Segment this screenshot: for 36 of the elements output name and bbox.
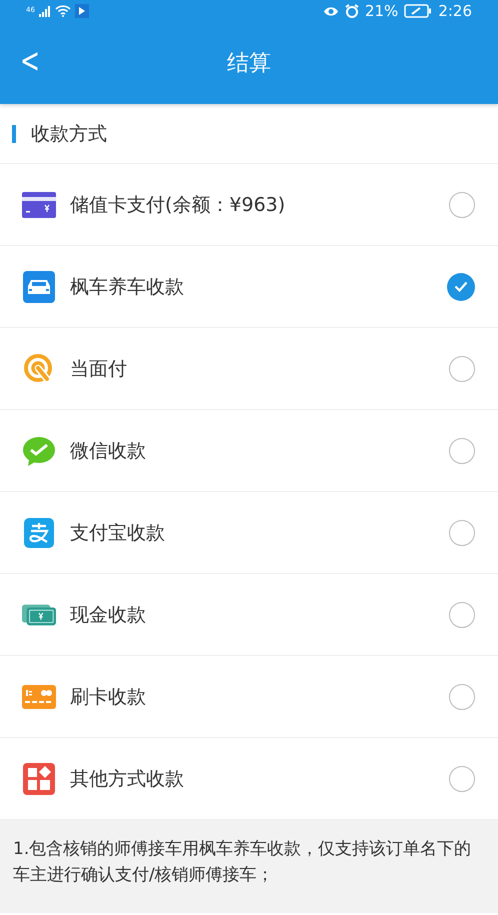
- radio-button[interactable]: [447, 272, 475, 300]
- payment-option[interactable]: 当面付: [70, 356, 449, 382]
- radio-button[interactable]: [449, 684, 475, 710]
- payment-option[interactable]: 支付宝收款: [70, 520, 449, 546]
- payment-option[interactable]: 储值卡支付(余额：¥963): [70, 192, 449, 218]
- alipay-icon: [24, 518, 54, 548]
- bank-card-icon: [22, 684, 56, 708]
- payment-option[interactable]: 微信收款: [70, 438, 449, 464]
- signal-icon: [38, 6, 51, 16]
- battery-icon: [404, 4, 432, 18]
- target-icon: [23, 352, 55, 384]
- clock-time: 2:26: [438, 2, 472, 20]
- note-text: 1.包含核销的师傅接车用枫车养车收款，仅支持该订单名下的车主进行确认支付/核销师傅接车；: [13, 838, 472, 887]
- radio-button[interactable]: [449, 356, 475, 382]
- payment-option[interactable]: 刷卡收款: [70, 684, 449, 710]
- eye-icon: [322, 6, 339, 16]
- radio-button[interactable]: [449, 438, 475, 464]
- car-icon: [23, 270, 55, 302]
- page-title: 结算: [227, 51, 271, 76]
- check-icon: [454, 281, 468, 292]
- battery-percent: 21%: [364, 2, 398, 20]
- payment-option[interactable]: 现金收款: [70, 602, 449, 628]
- wifi-icon: [54, 5, 71, 17]
- grid-icon: [23, 762, 55, 794]
- radio-button[interactable]: [449, 192, 475, 218]
- alarm-icon: [344, 4, 359, 18]
- radio-button[interactable]: [449, 602, 475, 628]
- chat-check-icon: [22, 436, 56, 466]
- card-icon: [22, 192, 56, 218]
- radio-button[interactable]: [449, 766, 475, 792]
- banknote-icon: [22, 602, 56, 626]
- payment-option[interactable]: 枫车养车收款: [70, 274, 447, 300]
- payment-option[interactable]: 其他方式收款: [70, 766, 449, 792]
- app-notification-icon: [74, 4, 89, 18]
- section-title: 收款方式: [31, 122, 107, 146]
- radio-button[interactable]: [449, 520, 475, 546]
